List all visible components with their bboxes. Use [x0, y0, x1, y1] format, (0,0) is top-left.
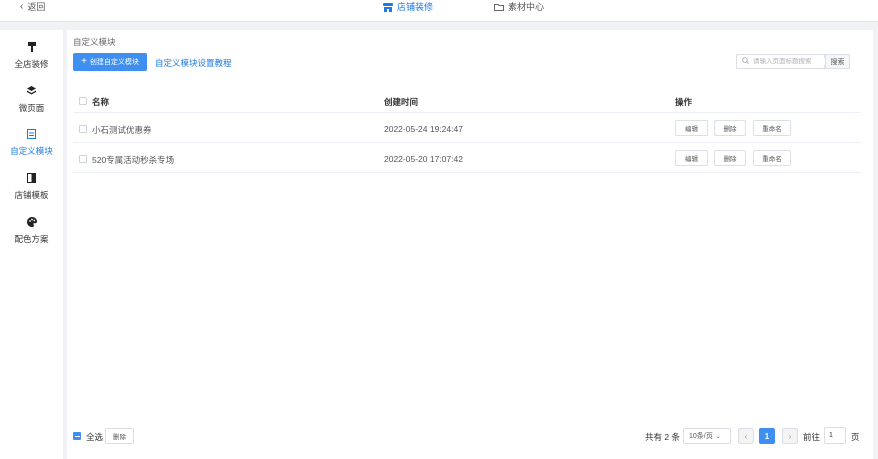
module-icon: [0, 129, 63, 139]
table-header: 名称 创建时间 操作: [73, 89, 861, 113]
column-header-created: 创建时间: [384, 97, 419, 107]
back-label: 返回: [27, 2, 46, 12]
main-panel: 自定义模块 + 创建自定义模块 自定义模块设置教程 搜索 名称 创建时间 操作 …: [67, 30, 873, 459]
breadcrumb: 自定义模块: [73, 37, 116, 47]
sidebar: 全店装修 微页面 自定义模块 店铺模板 配色方案: [0, 30, 63, 459]
edit-button[interactable]: 编辑: [675, 150, 708, 166]
row-created-time: 2022-05-24 19:24:47: [384, 124, 463, 134]
back-button[interactable]: ‹ 返回: [20, 0, 45, 14]
page-unit-label: 页: [851, 432, 860, 442]
table-row: 520专属活动秒杀专场 2022-05-20 17:07:42 编辑 删除 重命…: [73, 144, 861, 173]
paint-roller-icon: [0, 42, 63, 52]
layers-icon: [0, 86, 63, 96]
sidebar-item-color-scheme[interactable]: 配色方案: [0, 217, 63, 245]
sidebar-item-label: 店铺模板: [14, 190, 49, 200]
create-module-label: 创建自定义模块: [89, 59, 139, 66]
row-checkbox[interactable]: [79, 125, 87, 133]
sidebar-item-custom-module[interactable]: 自定义模块: [0, 129, 63, 157]
rename-button[interactable]: 重命名: [753, 120, 791, 136]
search-button[interactable]: 搜索: [825, 54, 850, 69]
page-number-current[interactable]: 1: [759, 428, 775, 444]
chevron-down-icon: ⌄: [715, 433, 721, 440]
column-header-name: 名称: [92, 97, 110, 107]
sidebar-item-store-decoration[interactable]: 全店装修: [0, 42, 63, 70]
sidebar-item-label: 自定义模块: [10, 146, 53, 156]
page-size-select[interactable]: 10条/页 ⌄: [683, 428, 731, 444]
next-page-button[interactable]: ›: [782, 428, 798, 444]
select-all-checkbox[interactable]: [73, 432, 81, 440]
row-name: 小石测试优惠券: [92, 125, 152, 135]
template-icon: [0, 173, 63, 183]
column-header-ops: 操作: [675, 97, 693, 107]
tutorial-link[interactable]: 自定义模块设置教程: [155, 57, 232, 69]
delete-button[interactable]: 删除: [714, 120, 746, 136]
row-created-time: 2022-05-20 17:07:42: [384, 154, 463, 164]
page-size-value: 10条/页: [689, 433, 713, 440]
chevron-left-icon: ‹: [744, 431, 748, 441]
total-count: 共有 2 条: [645, 432, 680, 442]
edit-button[interactable]: 编辑: [675, 120, 708, 136]
sidebar-item-store-template[interactable]: 店铺模板: [0, 173, 63, 201]
sidebar-item-label: 全店装修: [14, 59, 49, 69]
tab-shop-decoration[interactable]: 店铺装修: [383, 0, 433, 14]
goto-page-input[interactable]: [824, 427, 846, 444]
shop-icon: [383, 2, 393, 12]
search-icon: [742, 57, 749, 66]
tab-label: 店铺装修: [397, 2, 434, 12]
goto-label: 前往: [803, 432, 821, 442]
folder-icon: [494, 3, 504, 11]
prev-page-button[interactable]: ‹: [738, 428, 754, 444]
palette-icon: [0, 217, 63, 227]
sidebar-item-label: 微页面: [18, 103, 45, 113]
select-all-label: 全选: [86, 432, 104, 442]
tab-label: 素材中心: [508, 2, 545, 12]
row-name: 520专属活动秒杀专场: [92, 155, 175, 165]
header-checkbox[interactable]: [79, 97, 87, 105]
delete-button[interactable]: 删除: [714, 150, 746, 166]
chevron-left-icon: ‹: [20, 1, 24, 12]
plus-icon: +: [81, 56, 87, 67]
search-field: [736, 54, 825, 69]
tab-material-center[interactable]: 素材中心: [494, 0, 544, 14]
chevron-right-icon: ›: [788, 431, 792, 441]
sidebar-item-label: 配色方案: [14, 234, 49, 244]
create-module-button[interactable]: + 创建自定义模块: [73, 53, 147, 71]
table-footer: 全选 删除 共有 2 条 10条/页 ⌄ ‹ 1 › 前往 页: [67, 427, 873, 447]
bulk-delete-button[interactable]: 删除: [105, 428, 134, 444]
row-checkbox[interactable]: [79, 155, 87, 163]
search-input[interactable]: [753, 58, 825, 65]
top-bar: ‹ 返回 店铺装修 素材中心: [0, 0, 878, 22]
rename-button[interactable]: 重命名: [753, 150, 791, 166]
sidebar-item-micro-page[interactable]: 微页面: [0, 86, 63, 114]
table-row: 小石测试优惠券 2022-05-24 19:24:47 编辑 删除 重命名: [73, 114, 861, 143]
